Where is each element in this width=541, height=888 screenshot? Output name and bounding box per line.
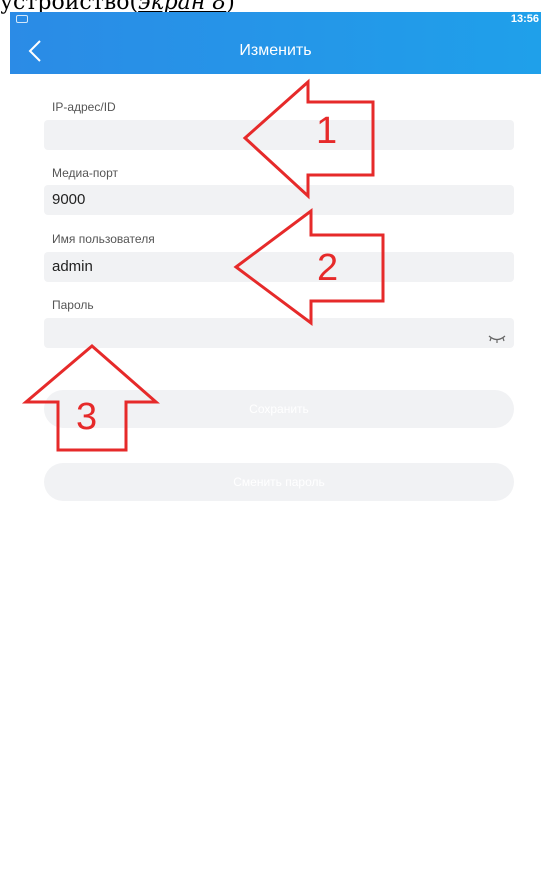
annotation-number-1: 1 [316,110,338,152]
ip-label: IP-адрес/ID [52,100,116,114]
notification-icon [16,15,28,23]
document-caption: устройство(экран 8) [0,0,235,15]
port-label: Медиа-порт [52,166,118,180]
password-label: Пароль [52,298,94,312]
annotation-arrow-3: 3 [21,344,162,459]
annotation-arrow-2: 2 [233,207,393,332]
show-password-icon[interactable] [488,326,506,343]
change-password-button[interactable]: Сменить пароль [44,463,514,501]
header-bar: Изменить [10,28,541,74]
status-time: 13:56 [510,13,539,25]
username-label: Имя пользователя [52,232,155,246]
status-bar: 13:56 [10,12,541,28]
page-title: Изменить [239,42,312,59]
arrow-left-icon [242,78,375,200]
arrow-left-icon-2 [233,208,385,326]
annotation-number-2: 2 [317,247,339,289]
annotation-arrow-1: 1 [240,78,380,205]
annotation-number-3: 3 [76,396,98,438]
